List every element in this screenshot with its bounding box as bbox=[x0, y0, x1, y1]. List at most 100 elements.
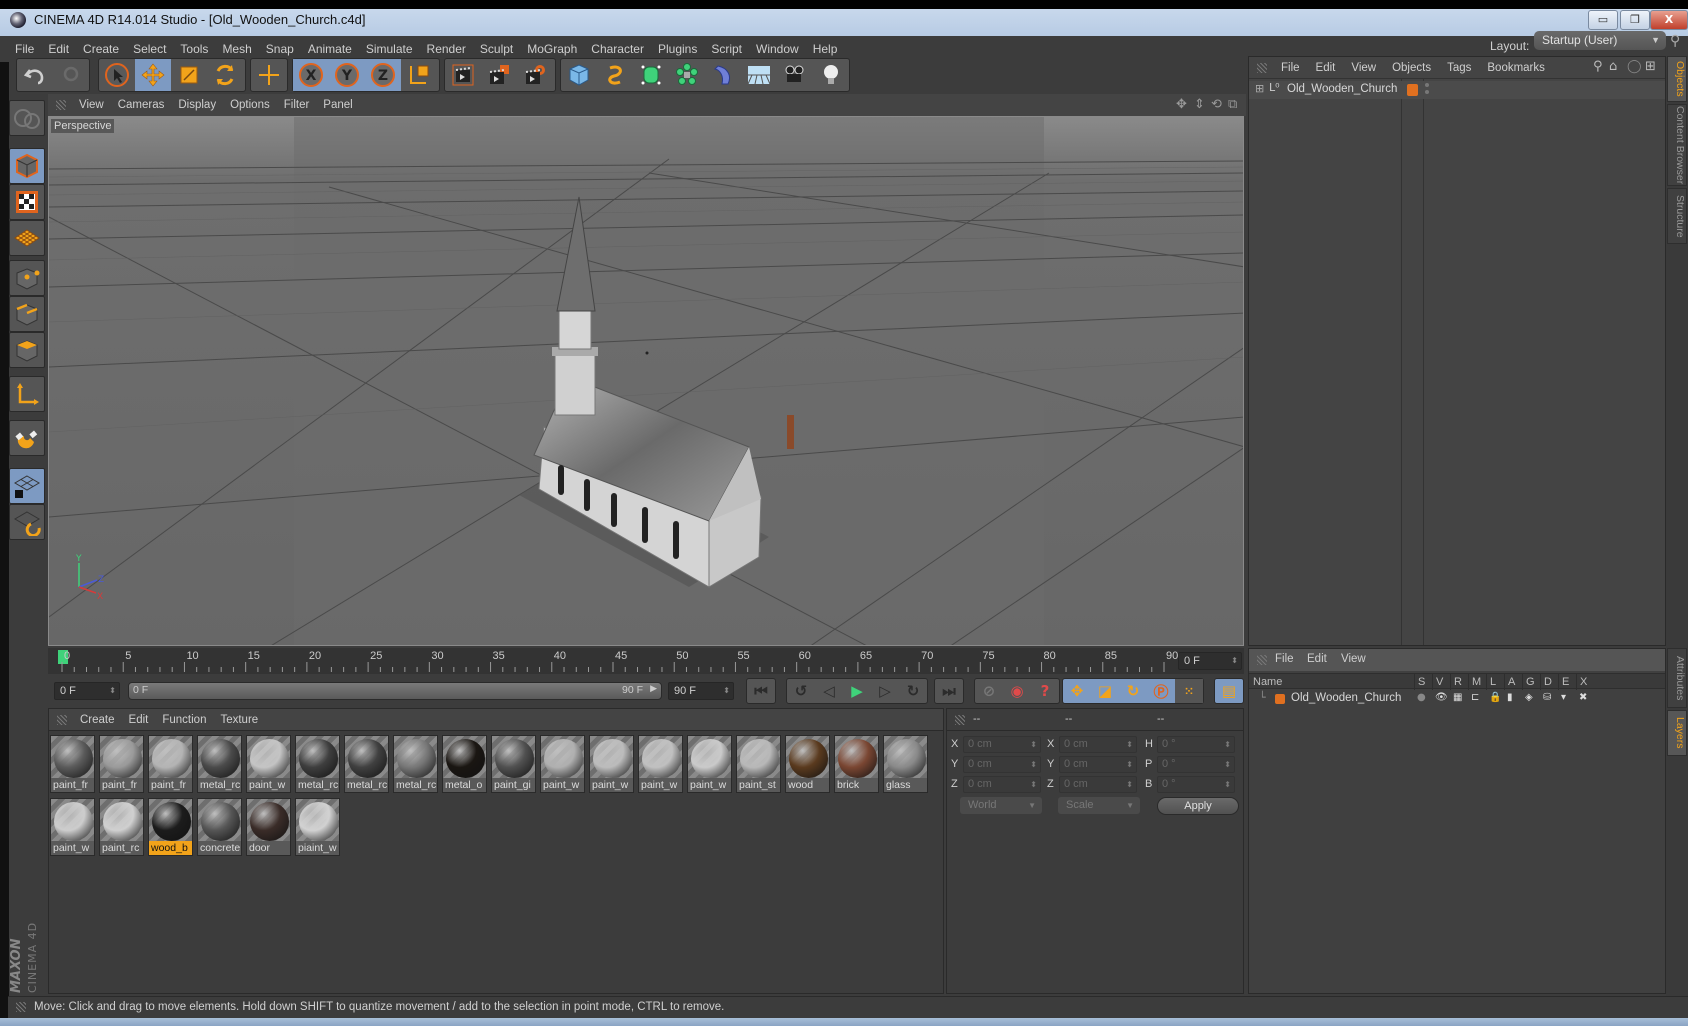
timeline-icon[interactable]: ▤ bbox=[1215, 679, 1243, 703]
layer-column-r[interactable]: R bbox=[1450, 674, 1468, 690]
spinner-icon[interactable]: ⬍ bbox=[1030, 777, 1037, 792]
layer-column-a[interactable]: A bbox=[1504, 674, 1522, 690]
record-active-objects-icon[interactable]: ◉ bbox=[1003, 679, 1031, 703]
next-key-icon[interactable]: ↻ bbox=[899, 679, 927, 703]
layer-column-x[interactable]: X bbox=[1576, 674, 1594, 690]
end-frame-field[interactable]: 90 F ⬍ bbox=[668, 682, 734, 700]
previous-frame-icon[interactable]: ◁ bbox=[815, 679, 843, 703]
layer-column-s[interactable]: S bbox=[1414, 674, 1432, 690]
layer-color-swatch[interactable] bbox=[1407, 84, 1418, 96]
key-rotation-icon[interactable]: ↻ bbox=[1119, 679, 1147, 703]
coordinate-field[interactable]: 0 cm ⬍ bbox=[963, 756, 1041, 773]
edges-mode-button[interactable] bbox=[9, 296, 45, 332]
visible-icon[interactable]: 👁 bbox=[1435, 692, 1448, 703]
coordinate-field[interactable]: 0 cm ⬍ bbox=[1059, 776, 1137, 793]
axis-mode-button[interactable] bbox=[9, 376, 45, 412]
object-menu-bookmarks[interactable]: Bookmarks bbox=[1479, 57, 1553, 79]
y-axis-button[interactable]: Y bbox=[329, 59, 365, 91]
redo-button[interactable] bbox=[53, 59, 89, 91]
render-picture-viewer-button[interactable] bbox=[481, 59, 517, 91]
coordinate-field[interactable]: 0 cm ⬍ bbox=[1059, 756, 1137, 773]
camera-button[interactable] bbox=[777, 59, 813, 91]
texture-mode-button[interactable] bbox=[9, 184, 45, 220]
layer-menu-edit[interactable]: Edit bbox=[1307, 653, 1327, 665]
expand-icon[interactable]: ⊞ bbox=[1255, 82, 1264, 95]
viewport-menu-cameras[interactable]: Cameras bbox=[111, 94, 172, 116]
coordinate-field[interactable]: 0 ° ⬍ bbox=[1157, 736, 1235, 753]
play-icon[interactable]: ▶ bbox=[843, 679, 871, 703]
autokeying-icon[interactable]: ? bbox=[1031, 679, 1059, 703]
material-swatch[interactable]: wood_b bbox=[148, 798, 193, 856]
dolly-icon[interactable]: ⇕ bbox=[1194, 97, 1205, 112]
coordinate-mode-dropdown[interactable]: Scale ▼ bbox=[1058, 797, 1140, 814]
object-menu-view[interactable]: View bbox=[1343, 57, 1384, 79]
light-button[interactable] bbox=[813, 59, 849, 91]
make-editable-button[interactable] bbox=[9, 100, 45, 136]
material-swatch[interactable]: metal_rc bbox=[344, 735, 389, 793]
material-swatch[interactable]: paint_w bbox=[638, 735, 683, 793]
layer-column-m[interactable]: M bbox=[1468, 674, 1486, 690]
move-button[interactable] bbox=[135, 59, 171, 91]
material-menu-function[interactable]: Function bbox=[155, 709, 213, 731]
material-swatch[interactable]: paint_w bbox=[540, 735, 585, 793]
material-swatch[interactable]: metal_rc bbox=[393, 735, 438, 793]
spinner-icon[interactable]: ⬍ bbox=[1030, 737, 1037, 752]
object-menu-edit[interactable]: Edit bbox=[1308, 57, 1344, 79]
material-swatch[interactable]: door bbox=[246, 798, 291, 856]
render-visibility-dot[interactable] bbox=[1425, 90, 1429, 94]
material-menu-create[interactable]: Create bbox=[73, 709, 122, 731]
motion-record-icon[interactable]: ⊘ bbox=[975, 679, 1003, 703]
viewport-menu-view[interactable]: View bbox=[72, 94, 111, 116]
object-name[interactable]: Old_Wooden_Church bbox=[1287, 83, 1397, 95]
maximize-icon[interactable]: ⧉ bbox=[1228, 97, 1237, 112]
material-swatch[interactable]: concrete bbox=[197, 798, 242, 856]
material-swatch[interactable]: paint_fr bbox=[50, 735, 95, 793]
layer-menu-view[interactable]: View bbox=[1341, 653, 1366, 665]
tab-content-browser[interactable]: Content Browser bbox=[1667, 104, 1687, 186]
close-button[interactable]: X bbox=[1650, 10, 1688, 30]
panel-grip[interactable] bbox=[56, 100, 66, 110]
editor-visibility-dot[interactable] bbox=[1425, 83, 1429, 87]
spinner-icon[interactable]: ⬍ bbox=[1030, 757, 1037, 772]
model-mode-button[interactable] bbox=[9, 148, 45, 184]
search-icon[interactable]: ⚲ bbox=[1593, 59, 1603, 74]
go-to-start-icon[interactable]: ⏮ bbox=[747, 679, 775, 703]
generators-icon[interactable]: ◈ bbox=[1525, 692, 1533, 703]
manager-icon[interactable]: ⊏ bbox=[1471, 692, 1479, 703]
layer-column-d[interactable]: D bbox=[1540, 674, 1558, 690]
render-settings-button[interactable] bbox=[517, 59, 553, 91]
panel-grip[interactable] bbox=[57, 715, 67, 725]
points-mode-button[interactable] bbox=[9, 260, 45, 296]
layer-name[interactable]: Old_Wooden_Church bbox=[1291, 692, 1401, 704]
panel-grip[interactable] bbox=[1257, 655, 1267, 665]
layer-color-swatch[interactable] bbox=[1275, 694, 1285, 704]
spinner-icon[interactable]: ⬍ bbox=[723, 683, 730, 699]
3d-viewport[interactable]: Y Z X Perspective bbox=[48, 116, 1244, 646]
material-swatch[interactable]: paint_rc bbox=[99, 798, 144, 856]
home-icon[interactable]: ⌂ bbox=[1609, 59, 1617, 74]
locked-icon[interactable]: 🔒 bbox=[1489, 692, 1501, 703]
coordinate-field[interactable]: 0 cm ⬍ bbox=[1059, 736, 1137, 753]
animation-icon[interactable]: ▮ bbox=[1507, 692, 1513, 703]
array-button[interactable] bbox=[669, 59, 705, 91]
key-scale-icon[interactable]: ◪ bbox=[1091, 679, 1119, 703]
coordinate-field[interactable]: 0 cm ⬍ bbox=[963, 736, 1041, 753]
expressions-icon[interactable]: ▾ bbox=[1561, 692, 1566, 703]
restore-button[interactable]: ❐ bbox=[1620, 10, 1650, 30]
cube-button[interactable] bbox=[561, 59, 597, 91]
layer-column-v[interactable]: V bbox=[1432, 674, 1450, 690]
material-swatch[interactable]: paint_fr bbox=[99, 735, 144, 793]
undo-button[interactable] bbox=[17, 59, 53, 91]
tab-structure[interactable]: Structure bbox=[1667, 188, 1687, 244]
pan-icon[interactable]: ✥ bbox=[1176, 97, 1187, 112]
locked-workplane-button[interactable] bbox=[9, 468, 45, 504]
camera-label[interactable]: Perspective bbox=[51, 119, 115, 133]
key-position-icon[interactable]: ✥ bbox=[1063, 679, 1091, 703]
layer-column-l[interactable]: L bbox=[1486, 674, 1504, 690]
workplane-mode-button[interactable] bbox=[9, 220, 45, 256]
object-menu-objects[interactable]: Objects bbox=[1384, 57, 1439, 79]
coordinate-field[interactable]: 0 ° ⬍ bbox=[1157, 756, 1235, 773]
object-row[interactable]: ⊞ L⁰ Old_Wooden_Church bbox=[1249, 81, 1665, 99]
range-arrow-icon[interactable]: ▶ bbox=[650, 684, 657, 694]
new-window-icon[interactable]: ⊞ bbox=[1645, 59, 1656, 74]
